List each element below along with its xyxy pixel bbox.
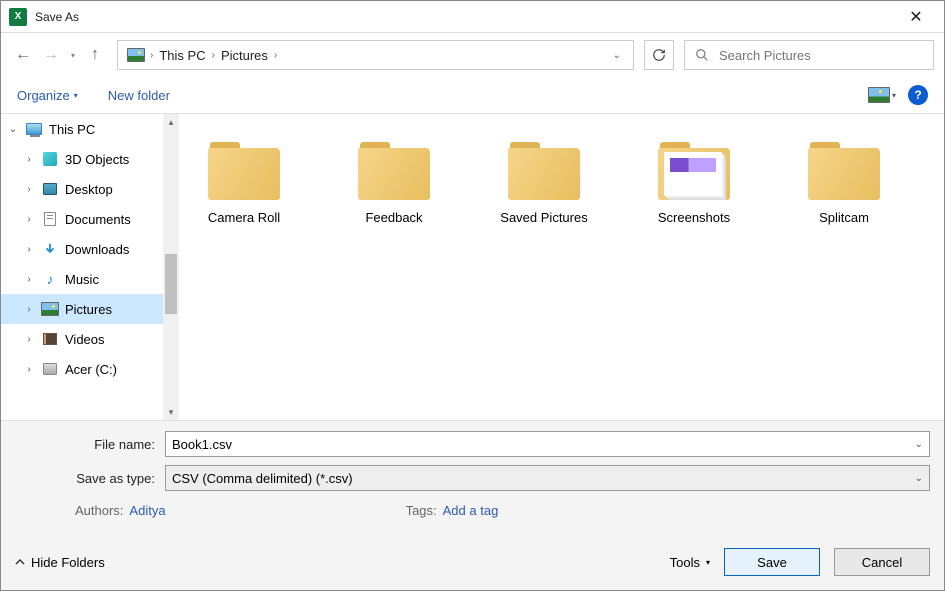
document-icon [44,212,56,226]
folder-icon [804,134,884,204]
type-label: Save as type: [15,471,155,486]
form-panel: File name: Book1.csv⌄ Save as type: CSV … [1,420,944,590]
chevron-down-icon[interactable]: ⌄ [7,124,19,135]
command-bar: Organize▾ New folder ▾ ? [1,77,944,113]
folder-icon [354,134,434,204]
chevron-up-icon [15,557,25,567]
nav-tree: ⌄ This PC ›3D Objects ›Desktop ›Document… [1,114,179,420]
back-button[interactable]: ← [11,43,35,67]
forward-button[interactable]: → [39,43,63,67]
scroll-up-icon[interactable]: ▴ [163,114,179,130]
chevron-right-icon[interactable]: › [23,244,35,255]
main-area: ⌄ This PC ›3D Objects ›Desktop ›Document… [1,113,944,420]
excel-icon: X [9,8,27,26]
tree-downloads[interactable]: ›Downloads [1,234,179,264]
tree-documents[interactable]: ›Documents [1,204,179,234]
chevron-right-icon[interactable]: › [23,364,35,375]
tags-field[interactable]: Add a tag [443,503,499,518]
search-icon [695,48,709,62]
chevron-right-icon[interactable]: › [274,50,277,61]
up-button[interactable]: ↑ [83,43,107,67]
music-icon: ♪ [41,270,59,288]
hide-folders-button[interactable]: Hide Folders [15,555,105,570]
tags-label: Tags: [406,503,437,518]
pictures-icon [41,302,59,316]
folder-splitcam[interactable]: Splitcam [789,134,899,225]
tree-pictures[interactable]: ›Pictures [1,294,179,324]
objects-icon [43,152,57,166]
file-list[interactable]: Camera Roll Feedback Saved Pictures Scre… [179,114,944,420]
nav-toolbar: ← → ▾ ↑ › This PC › Pictures › ⌄ [1,33,944,77]
help-button[interactable]: ? [908,85,928,105]
save-as-dialog: X Save As ✕ ← → ▾ ↑ › This PC › Pictures… [0,0,945,591]
crumb-pictures[interactable]: Pictures [215,48,274,63]
pc-icon [26,123,42,135]
download-icon [41,240,59,258]
new-folder-button[interactable]: New folder [108,88,170,103]
filename-label: File name: [15,437,155,452]
desktop-icon [43,183,57,195]
refresh-button[interactable] [644,40,674,70]
authors-label: Authors: [75,503,123,518]
chevron-right-icon[interactable]: › [23,154,35,165]
chevron-right-icon[interactable]: › [23,214,35,225]
folder-screenshots[interactable]: Screenshots [639,134,749,225]
tree-videos[interactable]: ›Videos [1,324,179,354]
pictures-icon [126,46,146,64]
scroll-thumb[interactable] [165,254,177,314]
address-bar[interactable]: › This PC › Pictures › ⌄ [117,40,634,70]
tree-3d-objects[interactable]: ›3D Objects [1,144,179,174]
video-icon [43,333,57,345]
tools-menu[interactable]: Tools▾ [670,555,710,570]
chevron-right-icon[interactable]: › [23,184,35,195]
tree-acer-c[interactable]: ›Acer (C:) [1,354,179,384]
filename-input[interactable]: Book1.csv⌄ [165,431,930,457]
tree-desktop[interactable]: ›Desktop [1,174,179,204]
folder-icon [654,134,734,204]
close-button[interactable]: ✕ [896,7,936,27]
organize-menu[interactable]: Organize▾ [17,88,78,103]
search-input[interactable] [719,48,923,63]
tree-scrollbar[interactable]: ▴ ▾ [163,114,179,420]
folder-icon [504,134,584,204]
tree-music[interactable]: ›♪Music [1,264,179,294]
window-title: Save As [35,10,79,24]
chevron-down-icon[interactable]: ⌄ [915,473,923,484]
chevron-right-icon[interactable]: › [23,304,35,315]
views-button[interactable]: ▾ [868,87,896,103]
titlebar: X Save As ✕ [1,1,944,33]
type-dropdown[interactable]: CSV (Comma delimited) (*.csv)⌄ [165,465,930,491]
disk-icon [43,363,57,375]
search-box[interactable] [684,40,934,70]
crumb-this-pc[interactable]: This PC [153,48,211,63]
authors-field[interactable]: Aditya [129,503,165,518]
folder-saved-pictures[interactable]: Saved Pictures [489,134,599,225]
tree-this-pc[interactable]: ⌄ This PC [1,114,179,144]
scroll-down-icon[interactable]: ▾ [163,404,179,420]
history-dropdown[interactable]: ▾ [67,51,79,60]
folder-camera-roll[interactable]: Camera Roll [189,134,299,225]
folder-feedback[interactable]: Feedback [339,134,449,225]
chevron-down-icon[interactable]: ⌄ [915,439,923,450]
cancel-button[interactable]: Cancel [834,548,930,576]
address-dropdown[interactable]: ⌄ [605,50,629,61]
folder-icon [204,134,284,204]
chevron-right-icon[interactable]: › [23,334,35,345]
chevron-right-icon[interactable]: › [23,274,35,285]
save-button[interactable]: Save [724,548,820,576]
